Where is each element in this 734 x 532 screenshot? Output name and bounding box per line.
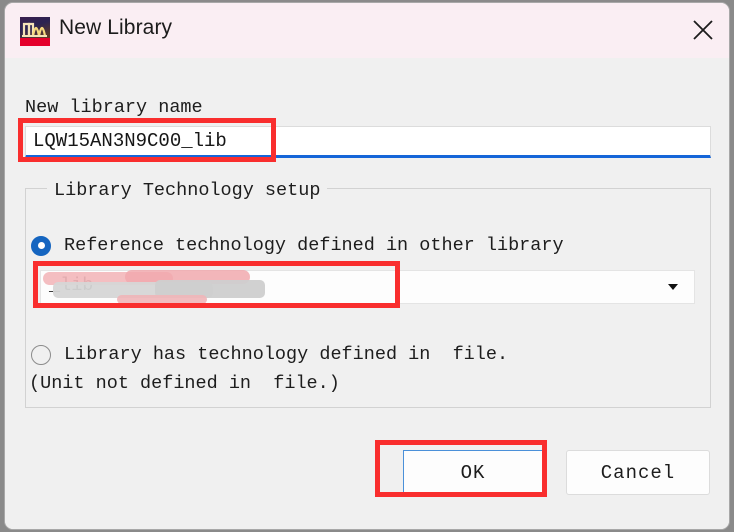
new-library-name-label: New library name bbox=[25, 97, 203, 118]
radio-selected-icon bbox=[31, 235, 51, 256]
icon-red-bar bbox=[20, 38, 50, 46]
technology-library-combobox[interactable]: _lib bbox=[40, 270, 695, 304]
radio-reference-technology-label: Reference technology defined in other li… bbox=[64, 235, 564, 256]
close-icon[interactable] bbox=[675, 3, 729, 57]
cancel-button[interactable]: Cancel bbox=[566, 450, 710, 495]
dialog-body: New library name LQW15AN3N9C00_lib Libra… bbox=[5, 58, 729, 529]
radio-unselected-icon bbox=[31, 344, 51, 365]
window-title: New Library bbox=[59, 16, 173, 39]
library-technology-setup-title: Library Technology setup bbox=[47, 180, 328, 201]
unit-not-defined-note: (Unit not defined in file.) bbox=[29, 373, 340, 394]
chevron-down-icon[interactable] bbox=[668, 284, 678, 290]
radio-reference-technology[interactable]: Reference technology defined in other li… bbox=[31, 235, 564, 256]
new-library-name-value: LQW15AN3N9C00_lib bbox=[33, 130, 227, 152]
new-library-dialog: New Library New library name LQW15AN3N9C… bbox=[4, 2, 730, 530]
new-library-name-input[interactable]: LQW15AN3N9C00_lib bbox=[25, 126, 711, 158]
ok-button[interactable]: OK bbox=[403, 450, 543, 495]
radio-library-has-technology-label: Library has technology defined in file. bbox=[64, 344, 509, 365]
technology-library-value: _lib bbox=[49, 275, 94, 296]
titlebar: New Library bbox=[5, 3, 729, 58]
radio-library-has-technology[interactable]: Library has technology defined in file. bbox=[31, 344, 508, 365]
waveform-app-icon bbox=[20, 17, 50, 46]
